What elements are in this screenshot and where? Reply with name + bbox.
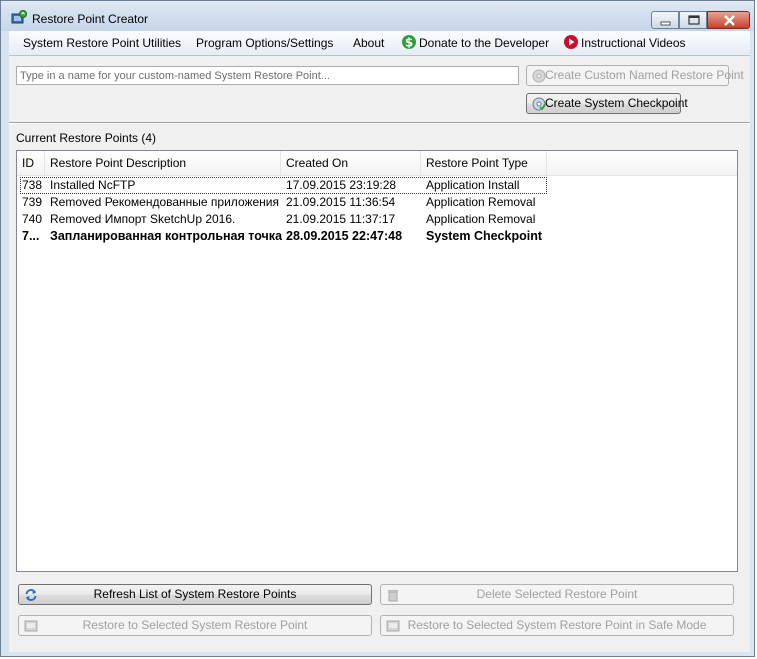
table-row[interactable]: 739 Removed Рекомендованные приложения .…	[20, 194, 735, 211]
menu-bar: System Restore Point Utilities Program O…	[9, 31, 750, 56]
cell-description: Removed Импорт SketchUp 2016.	[50, 212, 236, 226]
restore-safe-mode-button[interactable]: Restore to Selected System Restore Point…	[380, 615, 734, 636]
table-row[interactable]: 7... Запланированная контрольная точка 2…	[20, 228, 735, 245]
window-title: Restore Point Creator	[32, 12, 149, 26]
menu-system-restore-utilities[interactable]: System Restore Point Utilities	[23, 36, 181, 50]
cell-created-on: 21.09.2015 11:36:54	[286, 195, 396, 209]
cell-description: Removed Рекомендованные приложения ...	[50, 195, 280, 209]
safe-mode-disk-icon	[386, 619, 400, 633]
restore-points-list[interactable]: ID Restore Point Description Created On …	[16, 150, 738, 572]
cell-description: Installed NcFTP	[50, 178, 136, 192]
checkpoint-disk-icon	[532, 97, 546, 111]
cell-id: 738	[22, 178, 43, 192]
trash-icon	[386, 588, 400, 602]
delete-restore-point-button[interactable]: Delete Selected Restore Point	[380, 584, 734, 605]
maximize-icon	[688, 15, 700, 25]
menu-instructional-videos[interactable]: Instructional Videos	[581, 36, 686, 50]
cell-id: 740	[22, 212, 43, 226]
create-custom-restore-point-button[interactable]: Create Custom Named Restore Point	[526, 65, 744, 86]
client-area: System Restore Point Utilities Program O…	[9, 31, 750, 652]
menu-program-options[interactable]: Program Options/Settings	[196, 36, 333, 50]
column-header-type[interactable]: Restore Point Type	[421, 151, 547, 175]
create-panel: Create Custom Named Restore Point Create…	[9, 56, 750, 122]
cell-created-on: 28.09.2015 22:47:48	[286, 229, 403, 243]
cell-type: Application Install	[426, 178, 520, 192]
refresh-restore-points-button[interactable]: Refresh List of System Restore Points	[18, 584, 372, 605]
restore-points-count-label: Current Restore Points (4)	[16, 131, 157, 145]
restore-disk-icon	[24, 619, 38, 633]
create-system-checkpoint-button[interactable]: Create System Checkpoint	[526, 93, 688, 114]
cell-type: System Checkpoint	[426, 229, 543, 243]
cell-created-on: 17.09.2015 23:19:28	[286, 178, 397, 192]
title-bar[interactable]: Restore Point Creator	[1, 1, 754, 31]
cell-type: Application Removal	[426, 195, 536, 209]
close-icon	[724, 15, 735, 26]
cell-type: Application Removal	[426, 212, 536, 226]
menu-donate[interactable]: Donate to the Developer	[419, 36, 549, 50]
cell-description: Запланированная контрольная точка	[50, 229, 282, 243]
app-icon	[11, 10, 27, 26]
minimize-button[interactable]	[651, 11, 679, 29]
restore-point-name-input[interactable]	[16, 66, 519, 85]
play-icon	[563, 34, 579, 50]
restore-disk-icon	[532, 69, 546, 83]
section-divider	[9, 122, 750, 124]
cell-id: 7...	[22, 229, 40, 243]
menu-about[interactable]: About	[353, 36, 384, 50]
restore-to-selected-button[interactable]: Restore to Selected System Restore Point	[18, 615, 372, 636]
list-header: ID Restore Point Description Created On …	[17, 151, 737, 176]
svg-text:$: $	[405, 36, 413, 50]
column-header-id[interactable]: ID	[17, 151, 45, 175]
table-row[interactable]: 738 Installed NcFTP 17.09.2015 23:19:28 …	[20, 177, 547, 194]
column-header-description[interactable]: Restore Point Description	[45, 151, 281, 175]
dollar-icon: $	[401, 34, 417, 50]
minimize-icon	[660, 21, 671, 26]
close-button[interactable]	[707, 11, 750, 29]
maximize-button[interactable]	[679, 11, 707, 29]
cell-created-on: 21.09.2015 11:37:17	[286, 212, 396, 226]
cell-id: 739	[22, 195, 43, 209]
refresh-icon	[24, 588, 38, 602]
column-header-created-on[interactable]: Created On	[281, 151, 421, 175]
app-window: Restore Point Creator System Restore Poi…	[0, 0, 755, 657]
table-row[interactable]: 740 Removed Импорт SketchUp 2016. 21.09.…	[20, 211, 735, 228]
